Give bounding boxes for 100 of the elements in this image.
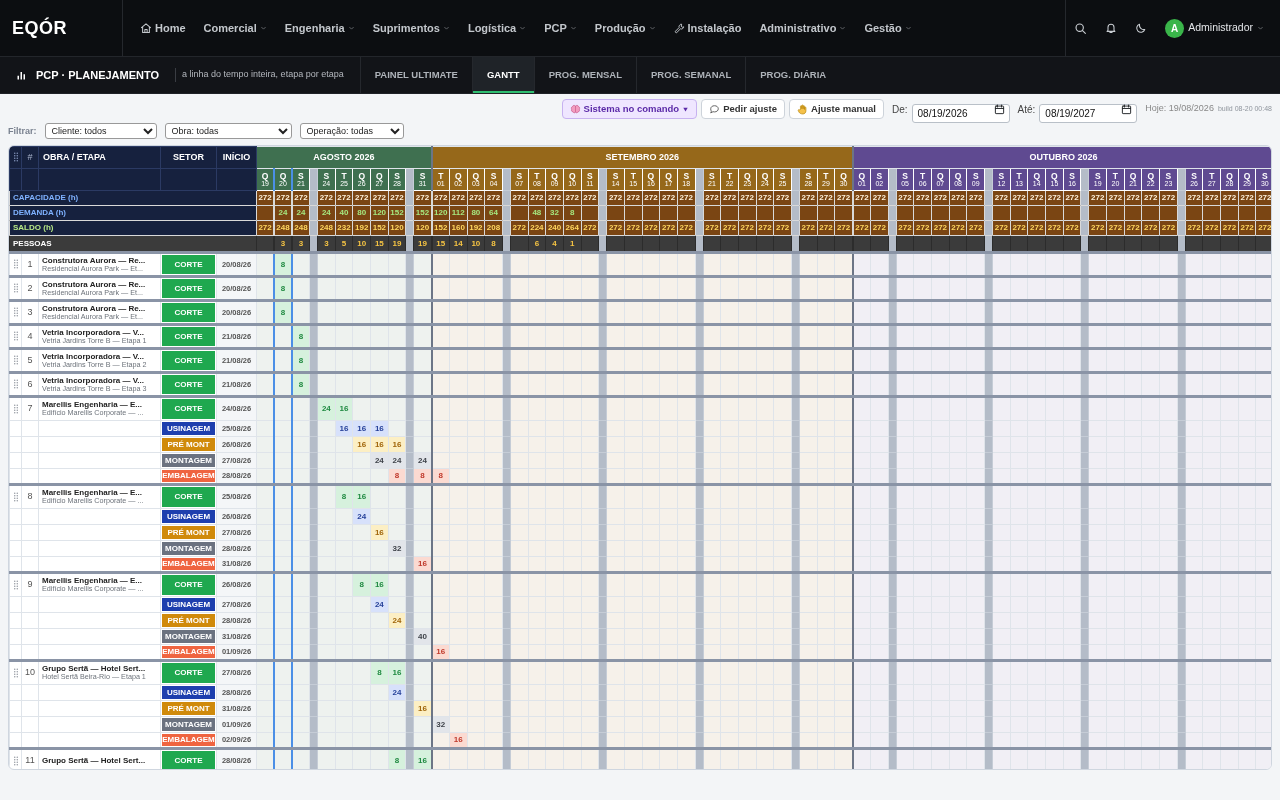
capacity-value: 272 <box>1124 190 1142 206</box>
grip-icon <box>12 152 19 163</box>
nav-link[interactable]: Instalação <box>664 19 751 37</box>
tab[interactable]: PROG. SEMANAL <box>636 57 746 93</box>
month-header: OUTUBRO 2026 <box>852 146 1271 169</box>
nav-link[interactable]: Logística <box>458 19 536 37</box>
row-number: 2 <box>21 276 39 301</box>
date-field[interactable]: 08/19/2027 <box>1039 103 1138 123</box>
sector-label: PRÉ MONT <box>162 614 215 627</box>
capacity-value: 272 <box>949 190 967 206</box>
nav-link[interactable]: Suprimentos <box>363 19 459 37</box>
sector-label: MONTAGEM <box>162 542 215 555</box>
filter-select[interactable]: Operação: todas <box>299 123 404 140</box>
balance-value: 272 <box>677 220 696 236</box>
balance-value: 232 <box>335 220 353 236</box>
house-icon <box>140 22 152 34</box>
calendar-icon <box>993 103 1005 115</box>
tab[interactable]: PROG. DIÁRIA <box>745 57 841 93</box>
sector-label: CORTE <box>162 663 215 683</box>
balance-value: 120 <box>388 220 406 236</box>
module-title: PCP · PLANEJAMENTO <box>36 67 160 83</box>
sector-label: CORTE <box>162 751 215 769</box>
column-header: INÍCIO <box>216 146 257 169</box>
row-number: 10 <box>21 660 39 685</box>
balance-value: 272 <box>896 220 914 236</box>
month-header: AGOSTO 2026 <box>256 146 432 169</box>
capacity-value: 272 <box>274 190 292 206</box>
project-title: Marellis Engenharia — E... <box>42 576 144 586</box>
bell-icon <box>1105 22 1118 34</box>
wrench-icon <box>673 22 685 34</box>
hand-icon <box>797 103 809 115</box>
grip-icon <box>12 259 19 270</box>
sector-label: PRÉ MONT <box>162 702 215 715</box>
balance-value: 272 <box>817 220 835 236</box>
field-label: Até: <box>1017 102 1036 117</box>
balance-value: 272 <box>913 220 932 236</box>
sector-label: USINAGEM <box>162 510 215 523</box>
filter-select[interactable]: Obra: todas <box>164 123 292 140</box>
grip-icon <box>12 491 19 502</box>
balance-value: 272 <box>738 220 757 236</box>
filter-select[interactable]: Cliente: todos <box>44 123 157 140</box>
capacity-value: 272 <box>799 190 818 206</box>
capacity-value: 272 <box>756 190 774 206</box>
sector-label: USINAGEM <box>162 598 215 611</box>
nav-link[interactable]: PCP <box>535 19 586 37</box>
nav-link[interactable]: Comercial <box>194 19 276 37</box>
capacity-value: 272 <box>1063 190 1081 206</box>
project-title: Construtora Aurora — Re... <box>42 279 147 289</box>
date-field[interactable]: 08/19/2026 <box>911 103 1010 123</box>
capacity-value: 272 <box>413 190 432 206</box>
grip-icon <box>12 755 19 766</box>
grip-icon <box>12 579 19 590</box>
action-button[interactable]: Ajuste manual <box>789 99 884 120</box>
project-title: Vetria Incorporadora — V... <box>42 351 145 361</box>
tab[interactable]: PROG. MENSAL <box>533 57 636 93</box>
today-label: Hoje: 19/08/2026 <box>1145 102 1214 116</box>
nav-link[interactable]: Administrativo <box>750 19 856 37</box>
grip-icon <box>12 403 19 414</box>
balance-value: 272 <box>642 220 660 236</box>
balance-value: 192 <box>352 220 371 236</box>
balance-value: 264 <box>563 220 582 236</box>
nav-link[interactable]: Engenharia <box>275 19 364 37</box>
sector-label: CORTE <box>162 399 215 419</box>
capacity-value: 272 <box>677 190 696 206</box>
tab[interactable]: PAINEL ULTIMATE <box>359 57 472 93</box>
row-number: 5 <box>21 348 39 373</box>
sector-label: CORTE <box>162 327 215 346</box>
speech-bubble-icon <box>709 103 721 115</box>
sector-label: CORTE <box>162 487 215 507</box>
sector-label: CORTE <box>162 279 215 298</box>
action-button[interactable]: Pedir ajuste <box>701 99 786 120</box>
column-header: OBRA / ETAPA <box>38 146 161 169</box>
bar-chart-icon <box>16 69 28 81</box>
capacity-value: 272 <box>449 190 468 206</box>
row-number: 4 <box>21 324 39 349</box>
grip-icon <box>12 331 19 342</box>
user-menu[interactable]: A Administrador <box>1163 16 1266 40</box>
capacity-value: 272 <box>510 190 529 206</box>
caret-icon <box>1257 25 1264 31</box>
row-number: 9 <box>21 572 39 597</box>
capacity-value: 272 <box>1088 190 1107 206</box>
capacity-value: 272 <box>703 190 721 206</box>
sector-label: CORTE <box>162 351 215 370</box>
nav-link[interactable]: Produção <box>585 19 665 37</box>
mode-dropdown[interactable]: Sistema no comando <box>561 99 698 120</box>
logo: EQÓR <box>12 16 67 40</box>
balance-value: 160 <box>449 220 468 236</box>
sector-label: MONTAGEM <box>162 454 215 467</box>
capacity-value: 272 <box>966 190 985 206</box>
balance-value: 272 <box>581 220 599 236</box>
sector-label: EMBALAGEM <box>162 470 215 482</box>
tab[interactable]: GANTT <box>471 57 534 93</box>
capacity-value: 272 <box>352 190 371 206</box>
nav-link[interactable]: Gestão <box>855 19 921 37</box>
balance-value: 272 <box>1202 220 1221 236</box>
balance-value: 272 <box>1141 220 1160 236</box>
sector-label: USINAGEM <box>162 686 215 699</box>
project-title: Vetria Incorporadora — V... <box>42 375 145 385</box>
project-title: Vetria Incorporadora — V... <box>42 327 145 337</box>
nav-link[interactable]: Home <box>131 19 195 37</box>
